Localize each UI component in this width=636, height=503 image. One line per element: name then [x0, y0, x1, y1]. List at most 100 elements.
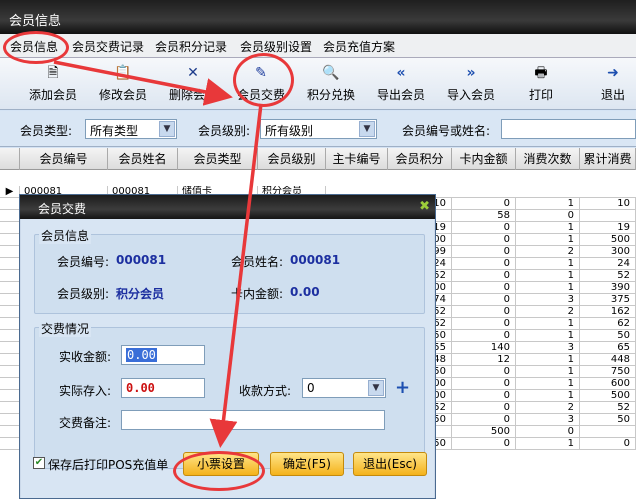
- delete-member-button[interactable]: ✕ 删除会员: [163, 64, 223, 103]
- member-level-select[interactable]: 所有级别 ▼: [260, 119, 377, 139]
- dialog-title: 会员交费: [20, 195, 435, 219]
- table-cell: 375: [580, 294, 636, 306]
- table-cell: 2: [516, 246, 580, 258]
- print-button[interactable]: 🖶 打印: [511, 64, 571, 103]
- member-name-label: 会员姓名:: [231, 255, 284, 269]
- member-level-label: 会员级别:: [57, 287, 110, 301]
- table-cell: 500: [580, 234, 636, 246]
- exit-button[interactable]: ➜ 退出: [583, 64, 636, 103]
- table-cell: 0: [452, 234, 516, 246]
- table-cell: 65: [580, 342, 636, 354]
- table-cell: 1: [516, 330, 580, 342]
- member-no-value: 000081: [116, 253, 167, 267]
- close-icon[interactable]: ✖: [419, 199, 430, 214]
- column-header[interactable]: 消费次数: [516, 148, 580, 170]
- annotation-circle-receipt: [173, 451, 265, 491]
- points-exchange-button[interactable]: 🔍 积分兑换: [301, 64, 361, 103]
- member-type-select[interactable]: 所有类型 ▼: [85, 119, 177, 139]
- table-cell: 1: [516, 354, 580, 366]
- confirm-button[interactable]: 确定(F5): [270, 452, 344, 476]
- tab-level-settings[interactable]: 会员级别设置: [240, 38, 312, 55]
- table-cell: 0: [452, 306, 516, 318]
- table-cell: [580, 210, 636, 222]
- table-cell: 19: [580, 222, 636, 234]
- table-cell: 0: [516, 210, 580, 222]
- payment-note-input[interactable]: [121, 410, 385, 430]
- table-cell: 62: [580, 318, 636, 330]
- table-cell: 1: [516, 378, 580, 390]
- table-cell: 0: [452, 198, 516, 210]
- annotation-circle-tab: [3, 31, 69, 64]
- member-no-label: 会员编号:: [57, 255, 110, 269]
- table-cell: 52: [580, 402, 636, 414]
- table-cell: 0: [452, 258, 516, 270]
- export-members-button[interactable]: « 导出会员: [371, 64, 431, 103]
- clipboard-icon: 📋: [114, 65, 132, 81]
- column-header[interactable]: 会员姓名: [108, 148, 178, 170]
- print-pos-checkbox[interactable]: ✔: [33, 457, 45, 469]
- card-amount-value: 0.00: [290, 285, 320, 299]
- table-cell: 50: [580, 414, 636, 426]
- table-cell: 52: [580, 270, 636, 282]
- group-title: 会员信息: [39, 227, 92, 244]
- note-label: 交费备注:: [59, 416, 112, 430]
- print-pos-label: 保存后打印POS充值单: [48, 458, 169, 472]
- column-header[interactable]: 主卡编号: [326, 148, 388, 170]
- table-cell: 58: [452, 210, 516, 222]
- table-cell: 300: [580, 246, 636, 258]
- table-cell: 1: [516, 234, 580, 246]
- exit-dialog-button[interactable]: 退出(Esc): [353, 452, 427, 476]
- table-cell: 390: [580, 282, 636, 294]
- column-header[interactable]: 累计消费: [580, 148, 636, 170]
- table-cell: 0: [452, 330, 516, 342]
- table-cell: 12: [452, 354, 516, 366]
- table-cell: 0: [452, 318, 516, 330]
- edit-member-button[interactable]: 📋 修改会员: [93, 64, 153, 103]
- table-cell: 2: [516, 306, 580, 318]
- chevron-down-icon: ▼: [359, 121, 375, 137]
- table-cell: 0: [452, 438, 516, 450]
- column-header[interactable]: 卡内金额: [452, 148, 516, 170]
- tab-payment-records[interactable]: 会员交费记录: [72, 38, 144, 55]
- table-cell: 500: [452, 426, 516, 438]
- table-cell: 0: [452, 282, 516, 294]
- chevron-down-icon: ▼: [368, 380, 384, 396]
- table-cell: 1: [516, 318, 580, 330]
- window-title: 会员信息: [0, 0, 636, 34]
- table-cell: 0: [452, 366, 516, 378]
- toolbar: 🗎 添加会员 📋 修改会员 ✕ 删除会员 ✎ 会员交费 🔍 积分兑换 « 导出会…: [0, 58, 636, 110]
- deposit-amount-input[interactable]: 0.00: [121, 378, 205, 398]
- magnifier-icon: 🔍: [322, 65, 340, 81]
- search-label: 会员编号或姓名:: [402, 124, 491, 138]
- payment-method-label: 收款方式:: [239, 384, 292, 398]
- double-right-arrow-icon: »: [466, 65, 476, 81]
- table-cell: 3: [516, 342, 580, 354]
- printer-icon: 🖶: [534, 65, 548, 81]
- tab-recharge-plans[interactable]: 会员充值方案: [323, 38, 395, 55]
- payment-method-select[interactable]: 0 ▼: [302, 378, 386, 398]
- document-icon: 🗎: [47, 65, 59, 81]
- tab-points-records[interactable]: 会员积分记录: [155, 38, 227, 55]
- table-cell: 1: [516, 390, 580, 402]
- table-cell: 24: [580, 258, 636, 270]
- search-input[interactable]: [501, 119, 636, 139]
- column-header[interactable]: 会员类型: [178, 148, 258, 170]
- member-level-value: 积分会员: [116, 287, 165, 301]
- add-icon[interactable]: +: [395, 377, 410, 398]
- table-cell: 750: [580, 366, 636, 378]
- exit-door-icon: ➜: [607, 65, 619, 81]
- table-cell: 600: [580, 378, 636, 390]
- import-members-button[interactable]: » 导入会员: [441, 64, 501, 103]
- column-header[interactable]: 会员级别: [258, 148, 326, 170]
- table-cell: 10: [580, 198, 636, 210]
- row-indicator-header: [0, 148, 20, 170]
- member-level-label: 会员级别:: [198, 124, 251, 138]
- table-cell: 3: [516, 294, 580, 306]
- received-amount-input[interactable]: 0.00: [121, 345, 205, 365]
- column-header[interactable]: 会员编号: [20, 148, 108, 170]
- table-cell: 500: [580, 390, 636, 402]
- add-member-button[interactable]: 🗎 添加会员: [23, 64, 83, 103]
- column-header[interactable]: 会员积分: [388, 148, 452, 170]
- table-cell: 0: [452, 378, 516, 390]
- table-cell: [580, 426, 636, 438]
